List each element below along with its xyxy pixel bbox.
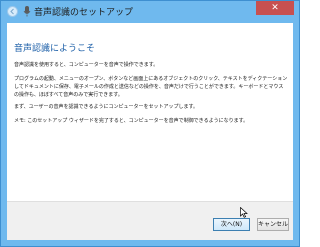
title-bar: 音声認識のセットアップ ✕: [1, 1, 299, 21]
description-paragraph: プログラムの起動、メニューのオープン、ボタンなど画面上にあるオブジェクトのクリッ…: [14, 76, 288, 98]
cancel-button[interactable]: キャンセル: [257, 218, 289, 231]
content-panel: 音声認識にようこそ 音声認識を使用すると、コンピューターを音声で操作できます。 …: [7, 23, 293, 201]
button-bar: 次へ(N) キャンセル: [7, 201, 293, 240]
page-heading: 音声認識にようこそ: [14, 44, 96, 54]
close-button[interactable]: ✕: [256, 1, 294, 15]
setup-paragraph: まず、ユーザーの音声を認識できるようにコンピューターをセットアップします。: [14, 104, 198, 110]
wizard-window: 音声認識のセットアップ ✕ 音声認識にようこそ 音声認識を使用すると、コンピュー…: [0, 0, 300, 247]
window-title: 音声認識のセットアップ: [34, 8, 134, 18]
back-button[interactable]: [7, 6, 18, 17]
next-button[interactable]: 次へ(N): [213, 218, 250, 231]
mouse-cursor-icon: [240, 207, 248, 218]
back-arrow-icon: [10, 8, 14, 15]
intro-paragraph: 音声認識を使用すると、コンピューターを音声で操作できます。: [14, 62, 159, 68]
note-paragraph: メモ: このセットアップ ウィザードを完了すると、コンピューターを音声で制御でき…: [14, 118, 249, 124]
microphone-icon: [23, 6, 31, 17]
